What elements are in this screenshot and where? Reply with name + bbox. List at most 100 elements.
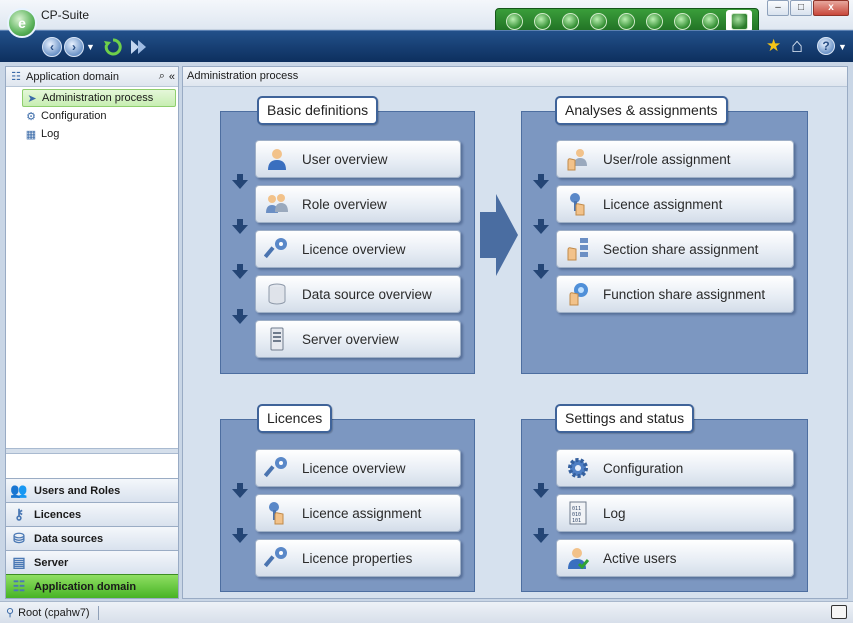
tree-item-log[interactable]: ▦ Log bbox=[22, 125, 178, 143]
module-icon-admin-active[interactable] bbox=[726, 10, 752, 32]
role-overview-button[interactable]: Role overview bbox=[255, 185, 461, 223]
maximize-button[interactable]: □ bbox=[790, 0, 812, 16]
licence-assignment-button[interactable]: Licence assignment bbox=[556, 185, 794, 223]
nav-server[interactable]: ▤ Server bbox=[6, 550, 178, 574]
main-toolbar: ‹ › ▼ ★ ⌂ ? ▼ bbox=[0, 30, 853, 62]
flow-arrow-icon bbox=[232, 483, 248, 498]
history-dropdown-icon[interactable]: ▼ bbox=[86, 37, 95, 57]
key-properties-icon bbox=[262, 543, 292, 573]
help-dropdown-icon[interactable]: ▼ bbox=[838, 37, 847, 57]
status-separator bbox=[97, 605, 99, 620]
tree-item-label: Configuration bbox=[41, 110, 107, 122]
gear-icon bbox=[563, 453, 593, 483]
nav-label: Licences bbox=[34, 508, 82, 521]
skip-forward-button[interactable] bbox=[129, 37, 149, 57]
licences-licence-overview-button[interactable]: Licence overview bbox=[255, 449, 461, 487]
active-users-button[interactable]: Active users bbox=[556, 539, 794, 577]
window-controls: – □ x bbox=[767, 0, 849, 16]
licence-overview-button[interactable]: Licence overview bbox=[255, 230, 461, 268]
flow-arrow-icon bbox=[232, 219, 248, 234]
settings-status-title: Settings and status bbox=[555, 404, 695, 433]
search-icon[interactable]: ⌕ bbox=[159, 70, 165, 83]
flow-arrow-icon bbox=[232, 309, 248, 324]
tile-label: Active users bbox=[603, 550, 677, 566]
nav-application-domain[interactable]: ☷ Application domain bbox=[6, 574, 178, 598]
module-icon-3[interactable] bbox=[558, 10, 583, 32]
home-icon[interactable]: ⌂ bbox=[791, 35, 803, 57]
module-icon-7[interactable] bbox=[670, 10, 695, 32]
key-hand-icon bbox=[563, 189, 593, 219]
status-bar: ⚲ Root (cpahw7) bbox=[0, 601, 853, 623]
pane-splitter[interactable] bbox=[6, 448, 178, 454]
tree-item-administration-process[interactable]: ➤ Administration process bbox=[22, 89, 176, 107]
nav-licences[interactable]: ⚷ Licences bbox=[6, 502, 178, 526]
tile-label: Server overview bbox=[302, 331, 399, 347]
users-group-icon bbox=[262, 189, 292, 219]
log-button[interactable]: 011 010 101 Log bbox=[556, 494, 794, 532]
flow-arrow-icon bbox=[232, 264, 248, 279]
tile-label: Log bbox=[603, 505, 626, 521]
user-overview-button[interactable]: User overview bbox=[255, 140, 461, 178]
tile-label: Section share assignment bbox=[603, 241, 759, 257]
database-icon: ⛁ bbox=[13, 530, 25, 546]
nav-label: Users and Roles bbox=[34, 484, 121, 497]
data-source-overview-button[interactable]: Data source overview bbox=[255, 275, 461, 313]
module-icon-5[interactable] bbox=[614, 10, 639, 32]
forward-arrow-icon: › bbox=[64, 37, 84, 57]
process-icon: ➤ bbox=[27, 92, 37, 105]
back-button[interactable]: ‹ bbox=[42, 37, 62, 57]
tile-label: Licence overview bbox=[302, 460, 406, 476]
skip-forward-icon bbox=[131, 40, 146, 54]
section-share-assignment-button[interactable]: Section share assignment bbox=[556, 230, 794, 268]
configuration-button[interactable]: Configuration bbox=[556, 449, 794, 487]
module-icon-4[interactable] bbox=[586, 10, 611, 32]
flow-arrow-icon bbox=[533, 219, 549, 234]
app-logo-icon[interactable]: e bbox=[7, 8, 37, 38]
tile-label: User/role assignment bbox=[603, 151, 731, 167]
left-pane-title: Application domain bbox=[26, 70, 119, 83]
close-button[interactable]: x bbox=[813, 0, 849, 16]
collapse-pane-icon[interactable]: « bbox=[169, 71, 178, 83]
gear-icon: ⚙ bbox=[26, 110, 36, 123]
flow-arrow-icon bbox=[232, 174, 248, 189]
tile-label: Licence properties bbox=[302, 550, 413, 566]
user-icon bbox=[262, 144, 292, 174]
licence-properties-button[interactable]: Licence properties bbox=[255, 539, 461, 577]
flow-arrow-icon bbox=[533, 264, 549, 279]
module-icon-8[interactable] bbox=[698, 10, 723, 32]
server-overview-button[interactable]: Server overview bbox=[255, 320, 461, 358]
tree-item-configuration[interactable]: ⚙ Configuration bbox=[22, 107, 178, 125]
nav-users-and-roles[interactable]: 👥 Users and Roles bbox=[6, 478, 178, 502]
key-hand-icon bbox=[262, 498, 292, 528]
refresh-icon bbox=[104, 38, 122, 56]
tree-view: ➤ Administration process ⚙ Configuration… bbox=[6, 87, 178, 143]
tile-label: Licence overview bbox=[302, 241, 406, 257]
help-button[interactable]: ? bbox=[817, 36, 835, 56]
favorites-star-icon[interactable]: ★ bbox=[766, 36, 781, 56]
function-share-assignment-button[interactable]: Function share assignment bbox=[556, 275, 794, 313]
left-pane-header: ☷ Application domain ⌕ « bbox=[6, 67, 178, 87]
licences-licence-assignment-button[interactable]: Licence assignment bbox=[255, 494, 461, 532]
window-title: CP-Suite bbox=[41, 8, 90, 22]
svg-text:101: 101 bbox=[572, 518, 581, 524]
analyses-assignments-title: Analyses & assignments bbox=[555, 96, 728, 125]
module-icon-6[interactable] bbox=[642, 10, 667, 32]
forward-button[interactable]: › bbox=[64, 37, 84, 57]
nav-data-sources[interactable]: ⛁ Data sources bbox=[6, 526, 178, 550]
tile-label: Configuration bbox=[603, 460, 684, 476]
big-right-arrow-icon bbox=[480, 194, 518, 276]
flow-arrow-icon bbox=[533, 483, 549, 498]
flow-arrow-icon bbox=[533, 174, 549, 189]
refresh-button[interactable] bbox=[103, 37, 123, 57]
log-icon: ▦ bbox=[25, 128, 37, 141]
minimize-button[interactable]: – bbox=[767, 0, 789, 16]
module-icon-2[interactable] bbox=[530, 10, 555, 32]
nav-label: Data sources bbox=[34, 532, 104, 545]
user-role-hand-icon bbox=[563, 144, 593, 174]
user-role-assignment-button[interactable]: User/role assignment bbox=[556, 140, 794, 178]
tree-item-label: Log bbox=[41, 128, 60, 140]
fullscreen-toggle-icon[interactable] bbox=[831, 605, 847, 619]
module-icon-1[interactable] bbox=[502, 10, 527, 32]
domain-icon: ☷ bbox=[11, 71, 21, 83]
nav-label: Application domain bbox=[34, 580, 137, 593]
